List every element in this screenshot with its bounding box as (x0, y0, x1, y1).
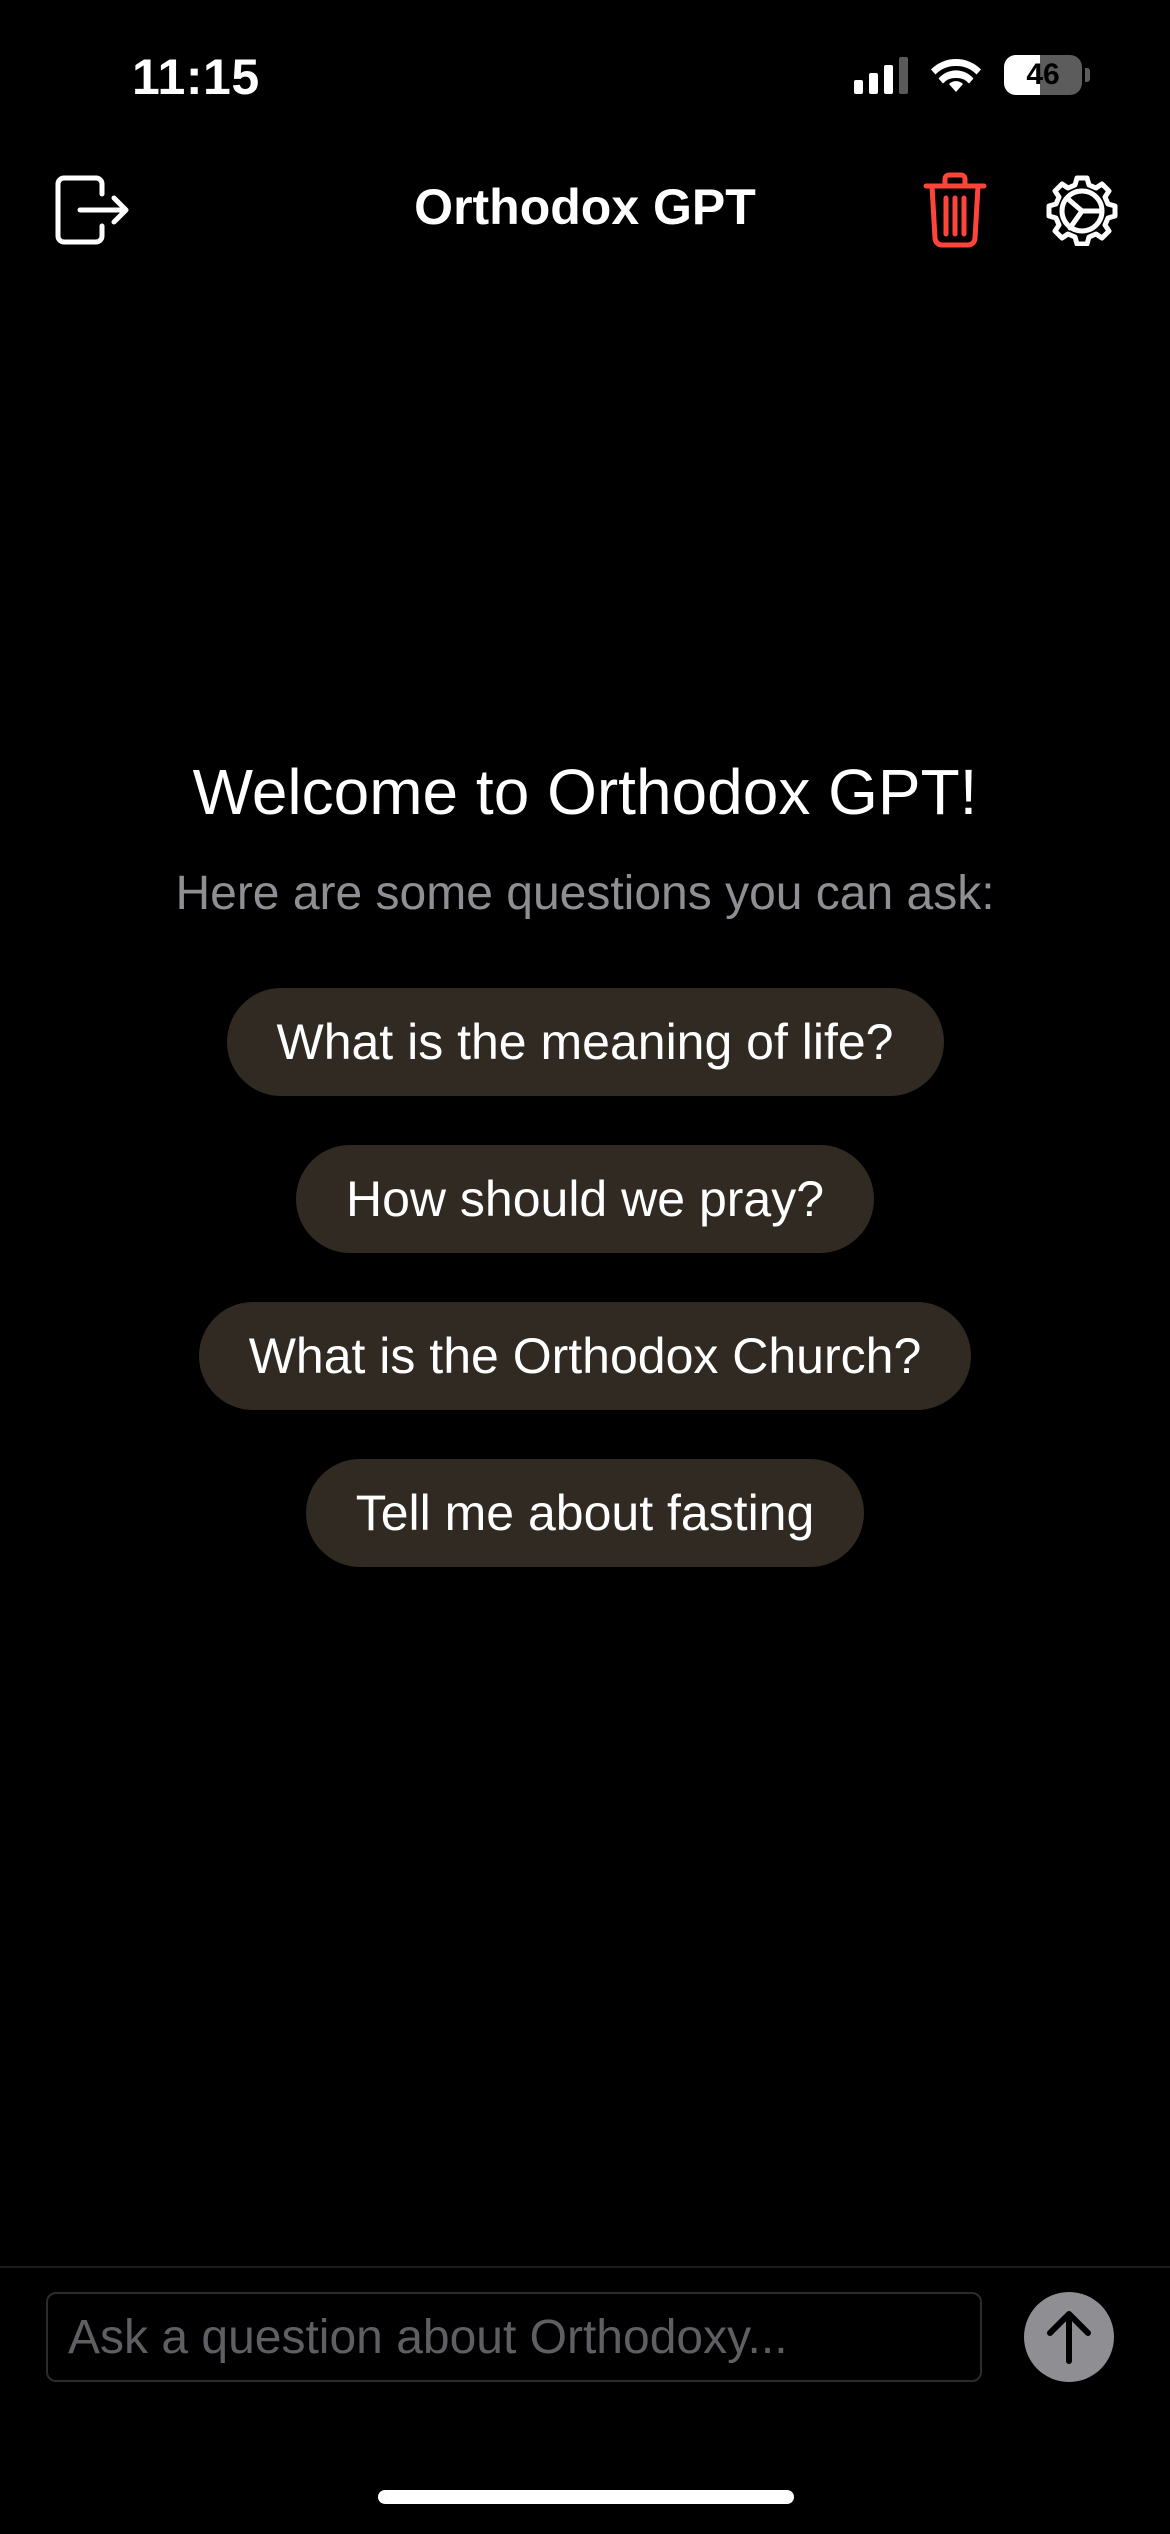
battery-cap (1085, 68, 1090, 82)
send-button[interactable] (1024, 2292, 1114, 2382)
status-icons: 46 (854, 55, 1090, 95)
settings-button[interactable] (1040, 168, 1124, 252)
home-indicator[interactable] (378, 2490, 794, 2504)
cellular-signal-icon (854, 56, 908, 94)
question-input[interactable] (46, 2292, 982, 2382)
welcome-subtitle: Here are some questions you can ask: (175, 867, 995, 920)
status-bar: 11:15 46 (0, 0, 1170, 150)
suggestion-chip-meaning-of-life[interactable]: What is the meaning of life? (226, 988, 944, 1096)
settings-icon (1046, 175, 1118, 246)
battery-indicator: 46 (1004, 55, 1090, 95)
battery-level: 46 (1026, 58, 1060, 91)
suggestion-list: What is the meaning of life? How should … (0, 988, 1170, 1567)
welcome-title: Welcome to Orthodox GPT! (192, 756, 978, 828)
suggestion-chip-fasting[interactable]: Tell me about fasting (305, 1459, 865, 1567)
wifi-icon (931, 58, 981, 92)
nav-bar: Orthodox GPT (0, 150, 1170, 265)
welcome-section: Welcome to Orthodox GPT! Here are some q… (0, 750, 1170, 924)
suggestion-chip-orthodox-church[interactable]: What is the Orthodox Church? (198, 1302, 972, 1410)
suggestion-chip-how-to-pray[interactable]: How should we pray? (295, 1145, 875, 1253)
arrow-up-icon (1047, 2311, 1091, 2364)
status-time: 11:15 (132, 49, 260, 105)
delete-chat-button[interactable] (913, 168, 997, 252)
trash-icon (923, 172, 987, 248)
battery-icon: 46 (1004, 55, 1082, 95)
